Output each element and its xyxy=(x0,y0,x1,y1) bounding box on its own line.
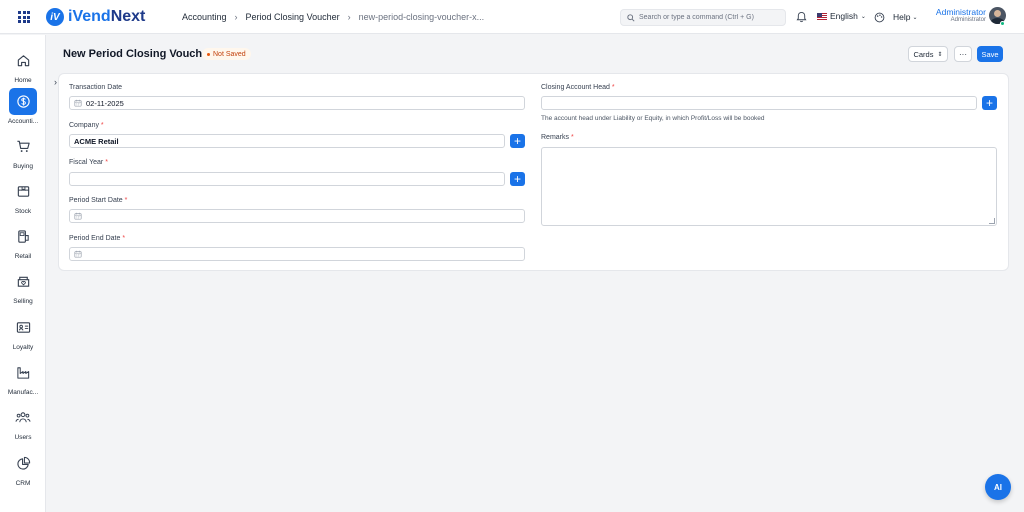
breadcrumb-accounting[interactable]: Accounting xyxy=(182,12,227,22)
add-closing-account-button[interactable]: + xyxy=(982,96,997,110)
fiscal-year-label: Fiscal Year * xyxy=(69,159,108,166)
period-start-date-field[interactable] xyxy=(69,209,525,223)
language-label: English xyxy=(830,11,858,21)
company-label: Company * xyxy=(69,122,104,129)
top-bar: iV iVendNext Accounting › Period Closing… xyxy=(0,0,1024,34)
sidebar-item-label: Home xyxy=(14,77,32,84)
plus-icon: + xyxy=(513,172,521,186)
users-icon xyxy=(9,404,37,431)
transaction-date-label: Transaction Date xyxy=(69,84,123,91)
sidebar-item-crm[interactable]: CRM xyxy=(0,450,46,487)
language-selector[interactable]: English ⌄ xyxy=(817,11,866,21)
sidebar-item-label: Stock xyxy=(14,208,32,215)
breadcrumb-period-closing-voucher[interactable]: Period Closing Voucher xyxy=(246,12,340,22)
transaction-date-value: 02-11-2025 xyxy=(86,98,124,108)
page-title: New Period Closing Voucher xyxy=(63,48,213,60)
closing-account-head-hint: The account head under Liability or Equi… xyxy=(541,115,765,122)
sidebar-item-loyalty[interactable]: Loyalty xyxy=(0,314,46,351)
add-fiscal-year-button[interactable]: + xyxy=(510,172,525,186)
sidebar-item-stock[interactable]: Stock xyxy=(0,178,46,215)
id-card-icon xyxy=(9,314,37,341)
sidebar-item-manufacturing[interactable]: Manufac... xyxy=(0,359,46,396)
sidebar-item-label: Selling xyxy=(13,298,33,305)
more-actions-button[interactable]: ··· xyxy=(954,46,972,62)
user-role: Administrator xyxy=(950,17,986,23)
remarks-textarea[interactable] xyxy=(541,147,997,226)
sidebar-item-buying[interactable]: Buying xyxy=(0,133,46,170)
search-bar[interactable] xyxy=(620,9,786,26)
sidebar-item-label: Retail xyxy=(14,253,32,260)
status-label: Not Saved xyxy=(213,50,246,58)
plus-icon: + xyxy=(513,134,521,148)
view-mode-select[interactable]: Cards ⇕ xyxy=(908,46,948,62)
apps-grid-icon[interactable] xyxy=(18,11,30,23)
add-company-button[interactable]: + xyxy=(510,134,525,148)
closing-account-head-field[interactable] xyxy=(541,96,977,110)
app-logo[interactable]: iV iVendNext xyxy=(46,8,145,26)
help-menu[interactable]: Help ⌄ xyxy=(893,12,918,22)
transaction-date-field[interactable]: 02-11-2025 xyxy=(69,96,525,110)
period-end-date-field[interactable] xyxy=(69,247,525,261)
closing-account-head-label: Closing Account Head * xyxy=(541,84,615,91)
pos-icon xyxy=(9,223,37,250)
help-label: Help xyxy=(893,12,911,22)
box-icon xyxy=(9,178,37,205)
updown-chevron-icon: ⇕ xyxy=(937,51,943,58)
sidebar-item-label: Accounti... xyxy=(7,118,39,125)
sidebar-item-selling[interactable]: Selling xyxy=(0,268,46,305)
online-status-dot xyxy=(1000,21,1005,26)
factory-icon xyxy=(9,359,37,386)
sidebar-item-users[interactable]: Users xyxy=(0,404,46,441)
breadcrumb-current: new-period-closing-voucher-x... xyxy=(358,12,485,22)
chevron-down-icon: ⌄ xyxy=(860,13,866,20)
breadcrumb: Accounting › Period Closing Voucher › ne… xyxy=(182,12,484,22)
chevron-down-icon: ⌄ xyxy=(912,14,918,21)
sidebar-item-label: CRM xyxy=(15,480,31,487)
user-name: Administrator xyxy=(935,7,986,17)
company-field[interactable]: ACME Retail xyxy=(69,134,505,148)
view-mode-label: Cards xyxy=(913,49,934,59)
sidebar-item-accounting[interactable]: Accounti... xyxy=(0,88,46,125)
search-input[interactable] xyxy=(639,14,779,21)
search-icon xyxy=(627,13,635,22)
sidebar-item-label: Manufac... xyxy=(7,389,39,396)
sidebar-item-retail[interactable]: Retail xyxy=(0,223,46,260)
theme-palette-icon[interactable] xyxy=(874,10,885,28)
sidebar-item-home[interactable]: Home xyxy=(0,47,46,84)
us-flag-icon xyxy=(817,12,827,20)
sidebar-item-label: Buying xyxy=(13,163,33,170)
sidebar: Home Accounti... Buying Stock Retail Sel… xyxy=(0,35,46,512)
logo-text: iVendNext xyxy=(68,8,146,25)
cart-icon xyxy=(9,133,37,160)
notification-bell-icon[interactable] xyxy=(796,10,807,28)
status-badge: Not Saved xyxy=(202,48,251,60)
status-dot xyxy=(207,52,210,56)
chevron-right-icon: › xyxy=(347,12,351,22)
plus-icon: + xyxy=(985,96,993,110)
sidebar-item-label: Loyalty xyxy=(12,344,34,351)
calendar-icon xyxy=(74,99,82,107)
calendar-icon xyxy=(74,212,82,220)
ai-assistant-button[interactable]: AI xyxy=(985,474,1011,500)
pie-icon xyxy=(9,450,37,477)
period-end-date-label: Period End Date * xyxy=(69,235,126,242)
calendar-icon xyxy=(74,250,82,258)
logo-mark-icon: iV xyxy=(46,8,64,26)
fiscal-year-field[interactable] xyxy=(69,172,505,186)
chevron-right-icon: › xyxy=(234,12,238,22)
period-start-date-label: Period Start Date * xyxy=(69,197,128,204)
sidebar-item-label: Users xyxy=(14,434,32,441)
user-menu[interactable]: Administrator Administrator xyxy=(920,7,986,23)
remarks-label: Remarks * xyxy=(541,134,574,141)
shop-icon xyxy=(9,268,37,295)
dollar-icon xyxy=(9,88,37,115)
save-button[interactable]: Save xyxy=(977,46,1003,62)
home-icon xyxy=(9,47,37,74)
company-value: ACME Retail xyxy=(74,136,119,146)
sidebar-toggle-chevron-icon[interactable]: › xyxy=(54,77,57,87)
